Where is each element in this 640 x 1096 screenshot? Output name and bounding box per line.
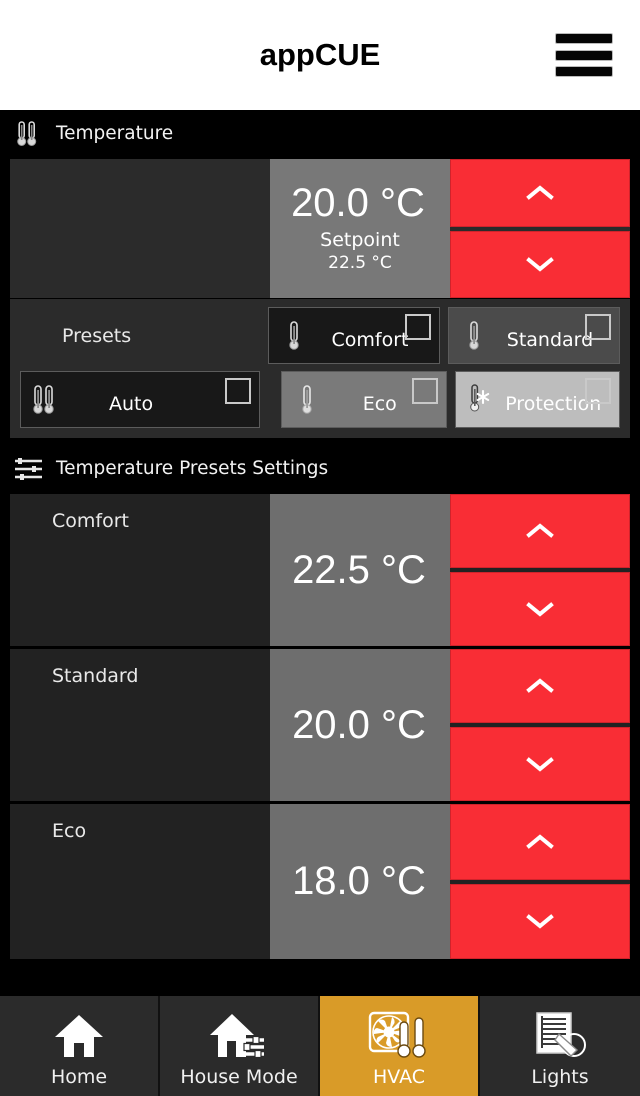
temperature-section-header: Temperature	[0, 110, 640, 157]
preset-stepper-eco	[450, 804, 630, 959]
standard-decrease-button[interactable]	[450, 727, 630, 801]
current-temperature-value: 20.0 °C	[291, 180, 425, 225]
chevron-down-icon	[526, 602, 554, 617]
presets-line-1: Presets Comfort Standard	[20, 307, 620, 364]
preset-checkbox-comfort[interactable]	[405, 314, 431, 340]
content-area: Temperature 20.0 °C Setpoint 22.5 °C Pre…	[0, 110, 640, 1096]
preset-setting-value-comfort: 22.5 °C	[292, 547, 426, 592]
standard-increase-button[interactable]	[450, 649, 630, 723]
preset-setting-value-eco: 18.0 °C	[292, 859, 426, 903]
presets-row: Presets Comfort Standard Auto Eco Protec…	[10, 299, 630, 441]
preset-setting-value-standard: 20.0 °C	[292, 702, 426, 747]
preset-checkbox-auto[interactable]	[225, 378, 251, 404]
preset-setting-row-standard: Standard 20.0 °C	[10, 649, 630, 804]
preset-button-comfort[interactable]: Comfort	[268, 307, 440, 364]
temperature-panel: 20.0 °C Setpoint 22.5 °C Presets Comfort…	[0, 157, 640, 445]
thermometer-snowflake-icon	[466, 382, 496, 418]
page-title: appCUE	[259, 37, 381, 72]
house-sliders-icon	[209, 1008, 269, 1064]
chevron-up-icon	[526, 523, 554, 538]
current-temperature-readout: 20.0 °C Setpoint 22.5 °C	[270, 159, 450, 298]
thermometer-icon	[292, 382, 322, 418]
temperature-increase-button[interactable]	[450, 159, 630, 227]
chevron-up-icon	[526, 834, 554, 849]
app-root: appCUE Temperature 20.0 °C Setpoint 22.5…	[0, 0, 640, 1096]
preset-stepper-standard	[450, 649, 630, 801]
temperature-stepper	[450, 159, 630, 298]
nav-item-house-mode[interactable]: House Mode	[160, 996, 320, 1096]
hamburger-bar-1	[556, 34, 612, 43]
nav-label-lights: Lights	[531, 1066, 589, 1088]
dual-thermometer-icon	[31, 382, 61, 418]
nav-label-house-mode: House Mode	[180, 1066, 298, 1088]
presets-line-2: Auto Eco Protection	[20, 371, 620, 428]
nav-label-home: Home	[50, 1066, 108, 1088]
comfort-increase-button[interactable]	[450, 494, 630, 568]
preset-button-eco[interactable]: Eco	[281, 371, 447, 428]
hamburger-menu-icon[interactable]	[556, 34, 612, 76]
preset-checkbox-protection[interactable]	[585, 378, 611, 404]
eco-decrease-button[interactable]	[450, 883, 630, 959]
hamburger-bar-3	[556, 67, 612, 76]
chevron-down-icon	[526, 757, 554, 772]
presets-label: Presets	[62, 324, 132, 347]
chevron-down-icon	[526, 914, 554, 929]
preset-setting-readout-standard: 20.0 °C	[270, 649, 450, 801]
preset-setting-row-eco: Eco 18.0 °C	[10, 804, 630, 959]
temperature-decrease-button[interactable]	[450, 230, 630, 298]
setpoint-label: Setpoint	[320, 228, 400, 251]
dual-thermometer-icon	[10, 117, 48, 151]
preset-button-protection[interactable]: Protection	[454, 371, 620, 428]
chevron-up-icon	[526, 678, 554, 693]
preset-checkbox-standard[interactable]	[585, 314, 611, 340]
settings-section-label: Temperature Presets Settings	[56, 458, 329, 479]
preset-stepper-comfort	[450, 494, 630, 646]
preset-setting-name-eco: Eco	[52, 820, 87, 842]
preset-button-standard[interactable]: Standard	[448, 307, 620, 364]
top-bar: appCUE	[0, 0, 640, 110]
sliders-settings-icon	[10, 452, 48, 486]
nav-item-home[interactable]: Home	[0, 996, 160, 1096]
row-spacer	[10, 159, 270, 298]
chevron-down-icon	[526, 257, 554, 272]
fan-thermometers-icon	[367, 1008, 431, 1064]
nav-item-hvac[interactable]: HVAC	[320, 996, 480, 1096]
temperature-section-label: Temperature	[56, 123, 174, 144]
settings-section-header: Temperature Presets Settings	[0, 445, 640, 492]
preset-checkbox-eco[interactable]	[411, 378, 438, 404]
thermometer-icon	[279, 318, 309, 354]
settings-panel: Comfort 22.5 °C Standard 20.0 °C Eco 18.…	[0, 492, 640, 963]
preset-setting-row-comfort: Comfort 22.5 °C	[10, 494, 630, 649]
nav-label-hvac: HVAC	[373, 1066, 425, 1088]
current-temperature-row: 20.0 °C Setpoint 22.5 °C	[10, 159, 630, 299]
preset-setting-readout-comfort: 22.5 °C	[270, 494, 450, 646]
preset-setting-name-standard: Standard	[52, 665, 139, 687]
comfort-decrease-button[interactable]	[450, 572, 630, 646]
preset-button-auto[interactable]: Auto	[20, 371, 260, 428]
preset-setting-readout-eco: 18.0 °C	[270, 804, 450, 959]
thermometer-icon	[459, 318, 489, 354]
setpoint-value: 22.5 °C	[328, 253, 392, 274]
hamburger-bar-2	[556, 50, 612, 60]
bottom-navigation: Home House Mode HVAC Lights	[0, 992, 640, 1096]
chevron-up-icon	[526, 185, 554, 200]
blinds-light-icon	[531, 1008, 589, 1064]
preset-setting-name-comfort: Comfort	[52, 510, 129, 532]
house-icon	[52, 1008, 106, 1064]
nav-item-lights[interactable]: Lights	[480, 996, 640, 1096]
eco-increase-button[interactable]	[450, 804, 630, 880]
